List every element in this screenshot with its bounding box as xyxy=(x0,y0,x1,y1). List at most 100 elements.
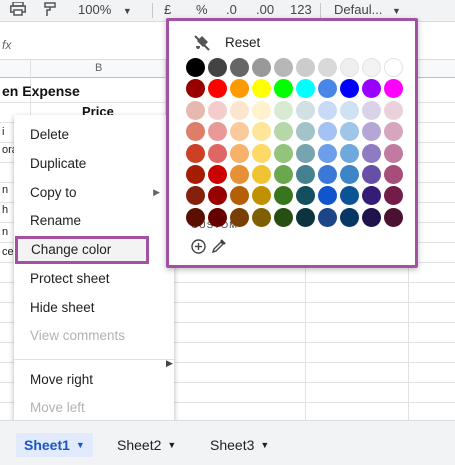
color-swatch[interactable] xyxy=(362,207,381,227)
color-swatch[interactable] xyxy=(208,207,227,227)
color-swatch[interactable] xyxy=(186,58,205,77)
color-swatch[interactable] xyxy=(384,122,403,142)
color-swatch[interactable] xyxy=(252,186,271,206)
decrease-decimals-button[interactable]: .0 xyxy=(226,2,237,17)
color-swatch[interactable] xyxy=(296,165,315,184)
color-swatch[interactable] xyxy=(384,58,403,77)
color-swatch[interactable] xyxy=(318,122,337,142)
reset-color-button[interactable]: Reset xyxy=(225,35,260,50)
font-select[interactable]: Defaul... ▼ xyxy=(334,2,401,17)
color-swatch[interactable] xyxy=(274,100,293,120)
color-swatch[interactable] xyxy=(208,58,227,77)
print-icon[interactable] xyxy=(10,1,26,19)
color-swatch[interactable] xyxy=(230,58,249,77)
menu-item-duplicate[interactable]: Duplicate xyxy=(14,150,174,178)
add-custom-color-icon[interactable] xyxy=(191,239,206,254)
sheet-tab-sheet2[interactable]: Sheet2 ▼ xyxy=(117,433,176,457)
color-swatch[interactable] xyxy=(318,58,337,77)
color-swatch[interactable] xyxy=(208,79,227,99)
color-swatch[interactable] xyxy=(296,143,315,163)
color-swatch[interactable] xyxy=(318,79,337,99)
color-swatch[interactable] xyxy=(362,79,381,99)
color-swatch[interactable] xyxy=(230,143,249,163)
more-formats-button[interactable]: 123 xyxy=(290,2,312,17)
color-swatch[interactable] xyxy=(274,143,293,163)
color-swatch[interactable] xyxy=(318,165,337,184)
sheet-tab-sheet3[interactable]: Sheet3 ▼ xyxy=(210,433,269,457)
zoom-select[interactable]: 100% ▼ xyxy=(78,2,132,17)
increase-decimals-button[interactable]: .00 xyxy=(256,2,274,17)
color-swatch[interactable] xyxy=(274,58,293,77)
color-swatch[interactable] xyxy=(274,186,293,206)
color-swatch[interactable] xyxy=(340,207,359,227)
menu-item-protect-sheet[interactable]: Protect sheet xyxy=(14,265,174,293)
color-swatch[interactable] xyxy=(274,122,293,142)
color-swatch[interactable] xyxy=(384,143,403,163)
color-swatch[interactable] xyxy=(362,143,381,163)
color-swatch[interactable] xyxy=(252,122,271,142)
percent-format-button[interactable]: % xyxy=(196,2,208,17)
no-color-icon[interactable] xyxy=(193,34,211,52)
color-swatch[interactable] xyxy=(362,58,381,77)
color-swatch[interactable] xyxy=(340,58,359,77)
color-swatch[interactable] xyxy=(340,122,359,142)
menu-item-copy-to[interactable]: Copy to ▶ xyxy=(14,179,174,207)
color-swatch[interactable] xyxy=(318,186,337,206)
color-swatch[interactable] xyxy=(208,143,227,163)
chevron-down-icon[interactable]: ▼ xyxy=(76,440,85,450)
color-swatch[interactable] xyxy=(384,186,403,206)
color-swatch[interactable] xyxy=(186,79,205,99)
color-swatch[interactable] xyxy=(340,100,359,120)
color-swatch[interactable] xyxy=(318,100,337,120)
color-swatch[interactable] xyxy=(186,165,205,184)
currency-format-button[interactable]: £ xyxy=(164,2,171,17)
color-swatch[interactable] xyxy=(362,122,381,142)
color-swatch[interactable] xyxy=(252,165,271,184)
color-swatch[interactable] xyxy=(318,143,337,163)
color-swatch[interactable] xyxy=(186,207,205,227)
color-swatch[interactable] xyxy=(340,79,359,99)
color-swatch[interactable] xyxy=(230,100,249,120)
chevron-down-icon[interactable]: ▼ xyxy=(260,440,269,450)
menu-item-delete[interactable]: Delete xyxy=(14,121,174,149)
color-swatch[interactable] xyxy=(186,122,205,142)
color-swatch[interactable] xyxy=(186,100,205,120)
sheet-tab-sheet1[interactable]: Sheet1 ▼ xyxy=(16,433,93,457)
color-swatch[interactable] xyxy=(230,122,249,142)
color-swatch[interactable] xyxy=(296,58,315,77)
color-swatch[interactable] xyxy=(208,122,227,142)
color-swatch[interactable] xyxy=(274,79,293,99)
color-swatch[interactable] xyxy=(296,100,315,120)
color-swatch[interactable] xyxy=(252,100,271,120)
color-swatch[interactable] xyxy=(296,186,315,206)
color-swatch[interactable] xyxy=(296,79,315,99)
color-swatch[interactable] xyxy=(384,100,403,120)
color-swatch[interactable] xyxy=(362,100,381,120)
menu-item-change-color[interactable]: Change color xyxy=(15,236,149,264)
color-swatch[interactable] xyxy=(384,207,403,227)
color-swatch[interactable] xyxy=(230,79,249,99)
menu-item-rename[interactable]: Rename xyxy=(14,207,174,235)
color-swatch[interactable] xyxy=(252,143,271,163)
color-swatch[interactable] xyxy=(186,143,205,163)
color-swatch[interactable] xyxy=(230,186,249,206)
eyedropper-icon[interactable] xyxy=(211,238,227,254)
color-swatch[interactable] xyxy=(274,165,293,184)
color-swatch[interactable] xyxy=(340,186,359,206)
color-swatch[interactable] xyxy=(340,165,359,184)
color-swatch[interactable] xyxy=(208,186,227,206)
color-swatch[interactable] xyxy=(296,207,315,227)
color-swatch[interactable] xyxy=(230,165,249,184)
menu-item-move-right[interactable]: Move right xyxy=(14,366,174,394)
color-swatch[interactable] xyxy=(252,79,271,99)
color-swatch[interactable] xyxy=(296,122,315,142)
color-swatch[interactable] xyxy=(208,165,227,184)
color-swatch[interactable] xyxy=(362,186,381,206)
color-swatch[interactable] xyxy=(362,165,381,184)
color-swatch[interactable] xyxy=(384,79,403,99)
paint-format-icon[interactable] xyxy=(44,2,56,20)
color-swatch[interactable] xyxy=(252,207,271,227)
color-swatch[interactable] xyxy=(208,100,227,120)
color-swatch[interactable] xyxy=(230,207,249,227)
color-swatch[interactable] xyxy=(384,165,403,184)
